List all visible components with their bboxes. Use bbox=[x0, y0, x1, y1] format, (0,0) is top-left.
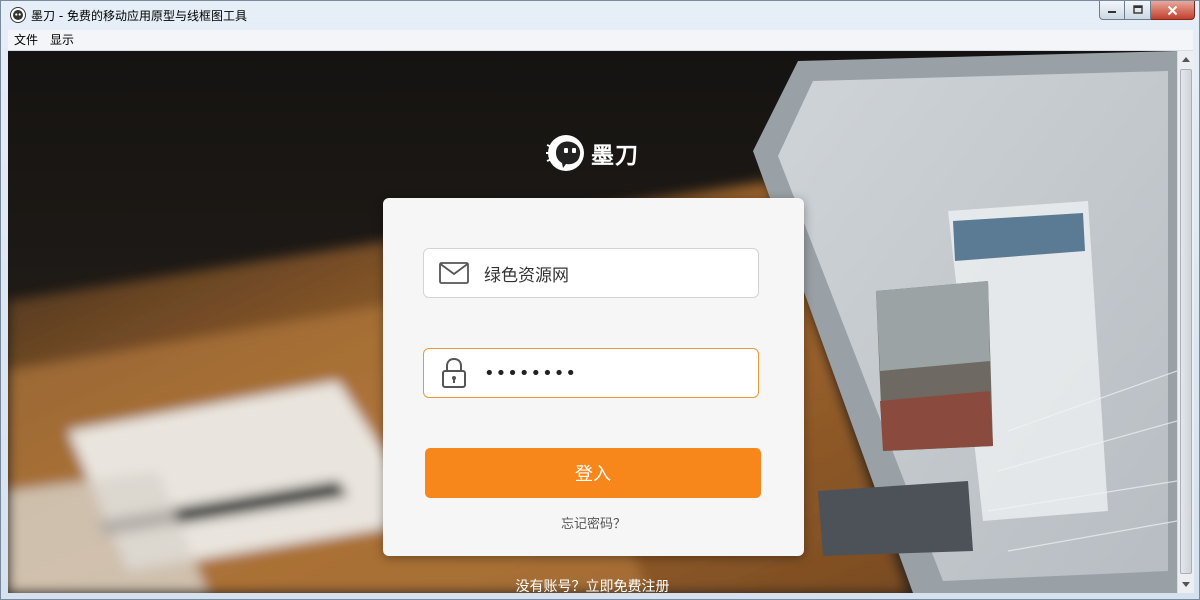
brand-mascot-icon bbox=[546, 135, 584, 171]
register-link[interactable]: 没有账号？立即免费注册 bbox=[8, 576, 1177, 593]
vertical-scrollbar[interactable] bbox=[1177, 51, 1194, 593]
login-card: 绿色资源网 •••••••• 登入 忘记密码？ bbox=[383, 198, 804, 556]
app-window: 墨刀 - 免费的移动应用原型与线框图工具 文件 显示 墨刀 绿色资源网 ••••… bbox=[0, 0, 1200, 600]
window-title: 墨刀 - 免费的移动应用原型与线框图工具 bbox=[31, 9, 247, 23]
forgot-password-link[interactable]: 忘记密码？ bbox=[383, 513, 804, 532]
chevron-down-icon bbox=[1182, 582, 1190, 587]
menu-file[interactable]: 文件 bbox=[8, 30, 44, 51]
password-field[interactable]: •••••••• bbox=[423, 348, 759, 398]
close-icon bbox=[1167, 5, 1178, 15]
maximize-button[interactable] bbox=[1125, 1, 1151, 20]
password-input[interactable]: •••••••• bbox=[484, 363, 577, 384]
close-button[interactable] bbox=[1151, 1, 1195, 20]
lock-icon bbox=[424, 349, 484, 397]
scroll-down-button[interactable] bbox=[1178, 577, 1194, 593]
maximize-icon bbox=[1132, 5, 1143, 14]
menu-view[interactable]: 显示 bbox=[44, 30, 80, 51]
scroll-up-button[interactable] bbox=[1178, 51, 1194, 67]
minimize-button[interactable] bbox=[1099, 1, 1125, 20]
login-button[interactable]: 登入 bbox=[425, 448, 761, 498]
chevron-up-icon bbox=[1182, 57, 1190, 62]
mail-icon bbox=[424, 249, 484, 297]
menu-bar: 文件 显示 bbox=[8, 30, 1193, 51]
brand-logo: 墨刀 bbox=[545, 133, 639, 173]
minimize-icon bbox=[1108, 11, 1116, 13]
brand-name: 墨刀 bbox=[591, 143, 639, 169]
scrollbar-thumb[interactable] bbox=[1180, 69, 1192, 574]
username-field[interactable]: 绿色资源网 bbox=[423, 248, 759, 298]
content-area: 墨刀 绿色资源网 •••••••• 登入 忘记密码？ 没有账号？立即免费注册 bbox=[8, 51, 1177, 593]
username-input[interactable]: 绿色资源网 bbox=[484, 261, 569, 286]
window-controls bbox=[1099, 1, 1195, 21]
app-icon bbox=[10, 7, 26, 23]
title-bar[interactable]: 墨刀 - 免费的移动应用原型与线框图工具 bbox=[1, 1, 1199, 29]
